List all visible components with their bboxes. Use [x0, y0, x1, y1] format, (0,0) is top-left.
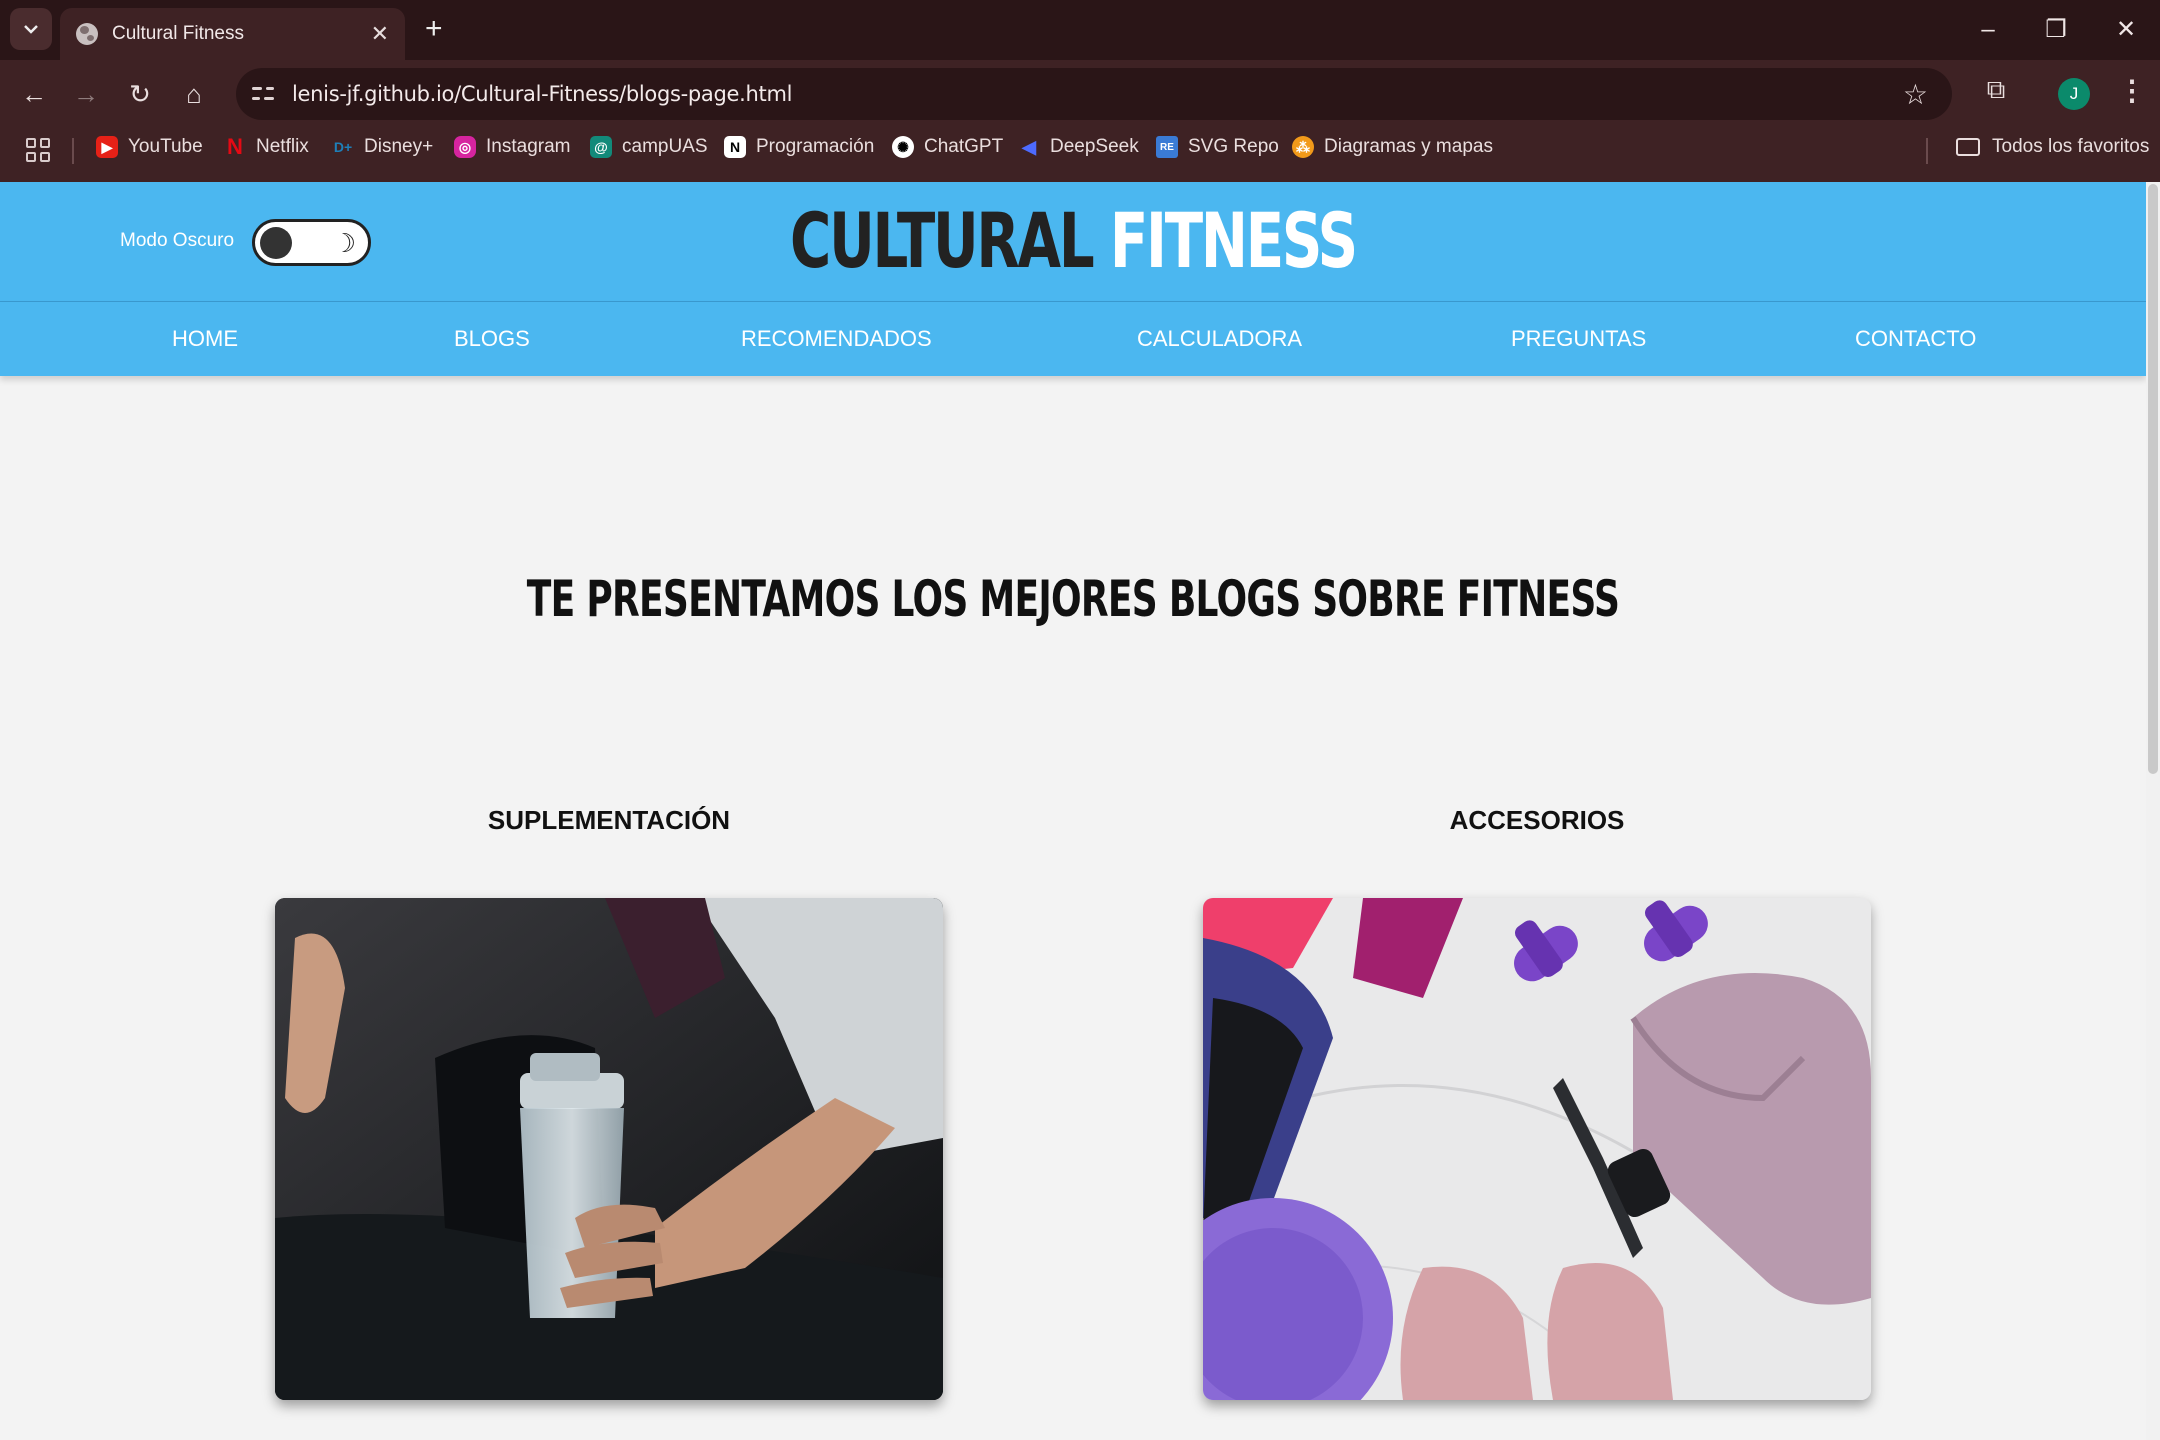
logo-part-1: CULTURAL — [790, 196, 1095, 285]
card-image-accesorios[interactable] — [1203, 898, 1871, 1400]
divider — [1926, 138, 1928, 164]
deepseek-icon: ◀ — [1022, 136, 1036, 157]
divider — [72, 138, 74, 164]
notion-icon: N — [724, 136, 746, 158]
chatgpt-icon: ✺ — [892, 136, 914, 158]
bookmarks-bar: ▶ YouTube N Netflix D+ Disney+ ◎ Instagram @… — [0, 128, 2160, 172]
close-window-button[interactable]: ✕ — [2106, 10, 2146, 50]
bookmark-label: ChatGPT — [924, 136, 1004, 157]
browser-chrome: Cultural Fitness ✕ + – ❐ ✕ ← → ↻ ⌂ lenis… — [0, 0, 2160, 182]
netflix-icon: N — [227, 134, 243, 159]
bookmark-label: DeepSeek — [1050, 136, 1139, 157]
url-text: lenis-jf.github.io/Cultural-Fitness/blog… — [292, 82, 793, 106]
dark-mode-label: Modo Oscuro — [120, 230, 235, 251]
shaker-bottle-photo — [275, 898, 943, 1400]
apps-icon[interactable] — [26, 138, 50, 162]
scrollbar-thumb[interactable] — [2148, 184, 2158, 774]
bookmark-label: YouTube — [128, 136, 203, 157]
diagram-icon: ⁂ — [1292, 136, 1314, 158]
fitness-accessories-photo — [1203, 898, 1871, 1400]
folder-icon — [1956, 138, 1980, 156]
bookmark-campuas[interactable]: @ campUAS — [590, 136, 708, 158]
bookmark-netflix[interactable]: N Netflix — [224, 134, 309, 159]
site-logo[interactable]: CULTURAL FITNESS — [279, 196, 1867, 285]
bookmark-programacion[interactable]: N Programación — [724, 136, 874, 158]
all-bookmarks-folder[interactable]: Todos los favoritos — [1956, 136, 2149, 158]
bookmark-label: Todos los favoritos — [1992, 136, 2150, 157]
minimize-button[interactable]: – — [1968, 10, 2008, 50]
browser-tab[interactable]: Cultural Fitness ✕ — [60, 8, 405, 60]
bookmark-svgrepo[interactable]: RE SVG Repo — [1156, 136, 1279, 158]
logo-part-2: FITNESS — [1109, 196, 1358, 285]
bookmark-diagramas[interactable]: ⁂ Diagramas y mapas — [1292, 136, 1493, 158]
chevron-down-icon — [24, 25, 38, 34]
disney-icon: D+ — [333, 139, 353, 155]
extensions-icon[interactable]: ⧉ — [1978, 74, 2014, 110]
instagram-icon: ◎ — [454, 136, 476, 158]
globe-icon — [76, 23, 98, 45]
nav-calculadora[interactable]: CALCULADORA — [1137, 326, 1302, 352]
address-bar[interactable]: lenis-jf.github.io/Cultural-Fitness/blog… — [236, 68, 1952, 120]
tab-strip: Cultural Fitness ✕ + – ❐ ✕ — [0, 0, 2160, 60]
bookmark-label: campUAS — [622, 136, 708, 157]
bookmark-label: Instagram — [486, 136, 571, 157]
nav-preguntas[interactable]: PREGUNTAS — [1511, 326, 1646, 352]
bookmark-disney[interactable]: D+ Disney+ — [332, 136, 433, 158]
site-info-icon[interactable] — [250, 82, 278, 106]
youtube-icon: ▶ — [96, 136, 118, 158]
main-nav: HOME BLOGS RECOMENDADOS CALCULADORA PREG… — [0, 302, 2146, 376]
nav-home[interactable]: HOME — [172, 326, 238, 352]
bookmark-deepseek[interactable]: ◀ DeepSeek — [1018, 136, 1139, 158]
bookmark-chatgpt[interactable]: ✺ ChatGPT — [892, 136, 1003, 158]
new-tab-button[interactable]: + — [425, 12, 443, 46]
tab-title: Cultural Fitness — [112, 23, 244, 44]
bookmark-youtube[interactable]: ▶ YouTube — [96, 136, 203, 158]
bookmark-label: SVG Repo — [1188, 136, 1279, 157]
card-image-suplementacion[interactable] — [275, 898, 943, 1400]
campuas-icon: @ — [590, 136, 612, 158]
bookmark-label: Diagramas y mapas — [1324, 136, 1493, 157]
close-tab-icon[interactable]: ✕ — [371, 21, 389, 47]
restore-button[interactable]: ❐ — [2036, 10, 2076, 50]
page-title: TE PRESENTAMOS LOS MEJORES BLOGS SOBRE F… — [526, 570, 1620, 628]
bookmark-star-icon[interactable]: ☆ — [1903, 78, 1928, 111]
bookmark-label: Netflix — [256, 136, 309, 157]
reload-button[interactable]: ↻ — [120, 74, 160, 114]
nav-blogs[interactable]: BLOGS — [454, 326, 530, 352]
back-button[interactable]: ← — [14, 74, 54, 114]
site-header: Modo Oscuro ☽ CULTURAL FITNESS — [0, 182, 2146, 302]
bookmark-label: Programación — [756, 136, 875, 157]
svgrepo-icon: RE — [1156, 136, 1178, 158]
tab-search-button[interactable] — [10, 8, 52, 50]
bookmark-instagram[interactable]: ◎ Instagram — [454, 136, 570, 158]
menu-icon[interactable]: ⋮ — [2118, 74, 2146, 107]
home-button[interactable]: ⌂ — [174, 74, 214, 114]
card-title-accesorios[interactable]: ACCESORIOS — [1203, 805, 1871, 836]
nav-recomendados[interactable]: RECOMENDADOS — [741, 326, 932, 352]
profile-avatar[interactable]: J — [2058, 78, 2090, 110]
nav-contacto[interactable]: CONTACTO — [1855, 326, 1976, 352]
address-row: ← → ↻ ⌂ lenis-jf.github.io/Cultural-Fitn… — [0, 60, 2160, 128]
forward-button[interactable]: → — [66, 74, 106, 114]
card-title-suplementacion[interactable]: SUPLEMENTACIÓN — [275, 805, 943, 836]
bookmark-label: Disney+ — [364, 136, 434, 157]
